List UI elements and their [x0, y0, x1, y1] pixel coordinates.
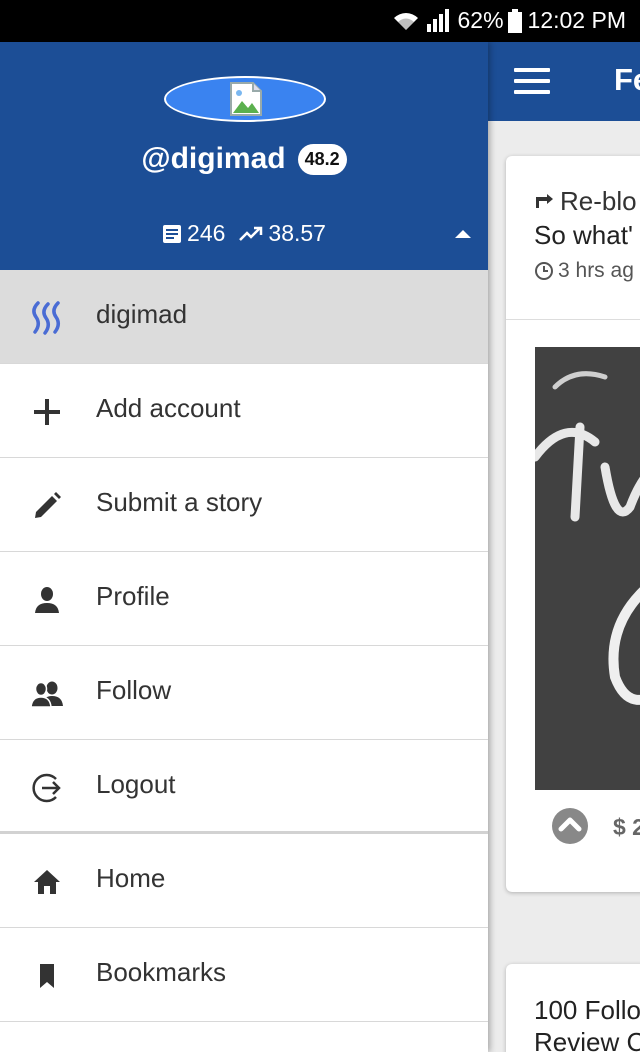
signal-icon [426, 8, 449, 32]
username[interactable]: @digimad [141, 142, 285, 176]
menu-item-account-digimad[interactable]: digimad [0, 270, 488, 364]
menu-item-profile[interactable]: Profile [0, 552, 488, 646]
reblog-indicator: Re-blo [534, 186, 637, 217]
menu-item-label: Add account [96, 393, 241, 423]
battery-icon [507, 8, 522, 33]
post-card[interactable]: 100 Follo Review C [506, 964, 640, 1052]
menu-item-label: Home [96, 863, 166, 893]
reputation-badge: 48.2 [297, 143, 347, 175]
person-icon [29, 582, 65, 618]
clock-icon [535, 262, 553, 280]
card-divider [506, 319, 640, 320]
posts-count: 246 [187, 220, 226, 246]
menu-item-label: Submit a story [96, 487, 263, 517]
menu-item-bookmarks[interactable]: Bookmarks [0, 928, 488, 1022]
plus-icon [29, 394, 65, 430]
voting-power-stat: 38.57 [239, 220, 326, 247]
reblog-icon [536, 193, 553, 208]
post-title-line: 100 Follo [534, 995, 640, 1025]
bookmark-icon [29, 958, 65, 994]
posts-stat: 246 [162, 220, 225, 247]
post-title[interactable]: So what' [534, 220, 633, 251]
trending-up-icon [239, 226, 263, 241]
collapse-arrow-icon[interactable] [455, 230, 471, 238]
menu-item-label: Profile [96, 581, 170, 611]
wifi-icon [393, 12, 418, 30]
menu-item-label: Bookmarks [96, 957, 227, 987]
menu-item-label: Logout [96, 769, 176, 799]
broken-image-icon [230, 82, 262, 116]
upvote-icon [558, 817, 582, 832]
post-title[interactable]: 100 Follo Review C [534, 994, 640, 1052]
navigation-drawer: @digimad 48.2 246 38.57 digimad Add acco… [0, 42, 488, 1052]
drawer-header: @digimad 48.2 246 38.57 [0, 42, 488, 270]
feed-screen: Fe Re-blo So what' 3 hrs ag [488, 42, 640, 1052]
post-card[interactable]: Re-blo So what' 3 hrs ag $ 2 [506, 156, 640, 892]
people-icon [29, 676, 65, 712]
username-row: @digimad 48.2 [0, 142, 488, 176]
voting-power: 38.57 [268, 220, 326, 246]
post-image[interactable] [535, 347, 640, 790]
pencil-icon [29, 488, 65, 524]
reblog-label: Re-blo [560, 186, 637, 216]
stats-row: 246 38.57 [0, 220, 488, 247]
post-payout: $ 2 [613, 814, 640, 840]
menu-item-submit-story[interactable]: Submit a story [0, 458, 488, 552]
menu-item-follow[interactable]: Follow [0, 646, 488, 740]
post-time: 3 hrs ag [534, 259, 634, 283]
post-title-line: Review C [534, 1027, 640, 1052]
clock: 12:02 PM [527, 7, 626, 33]
feed-app-bar: Fe [488, 42, 640, 121]
status-bar: 62% 12:02 PM [0, 0, 640, 42]
avatar[interactable] [164, 76, 326, 122]
battery-percent: 62% [457, 7, 504, 33]
logout-icon [29, 770, 65, 806]
menu-item-label: digimad [96, 299, 188, 329]
menu-item-add-account[interactable]: Add account [0, 364, 488, 458]
post-time-text: 3 hrs ag [558, 259, 634, 282]
drawer-menu: digimad Add account Submit a story Profi… [0, 270, 488, 1022]
upvote-button[interactable] [552, 808, 588, 844]
menu-item-home[interactable]: Home [0, 834, 488, 928]
document-icon [163, 224, 182, 243]
feed-title: Fe [614, 62, 640, 97]
steem-logo-icon [29, 300, 65, 336]
hamburger-menu-icon[interactable] [514, 68, 550, 94]
menu-item-label: Follow [96, 675, 172, 705]
menu-item-logout[interactable]: Logout [0, 740, 488, 834]
home-icon [29, 864, 65, 900]
